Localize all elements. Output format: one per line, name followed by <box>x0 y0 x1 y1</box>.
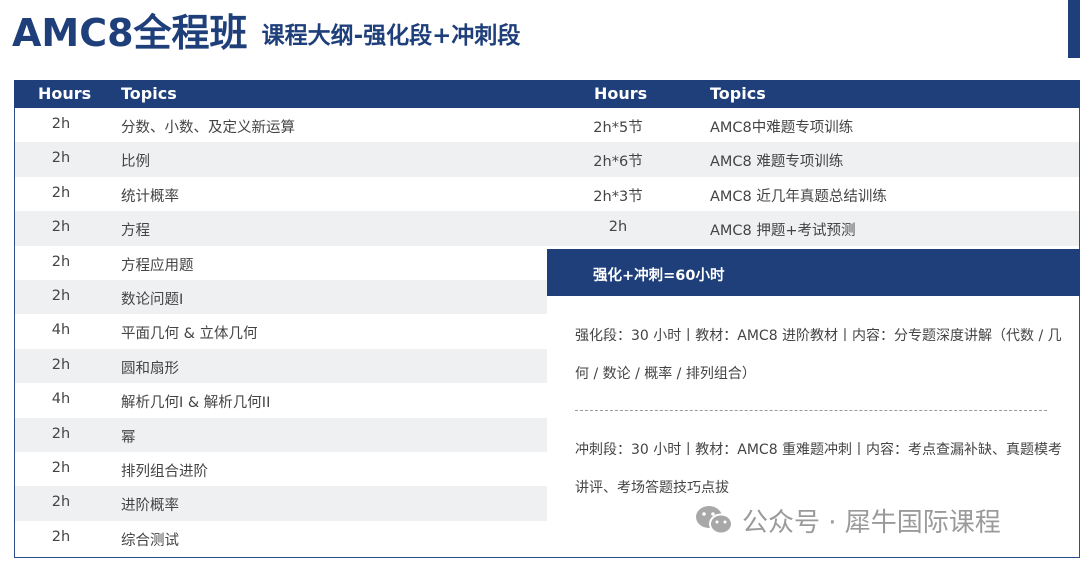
table-row: 2h*6节 AMC8 难题专项训练 <box>547 142 1079 177</box>
row-topic: 幂 <box>121 429 136 446</box>
row-topic: 圆和扇形 <box>121 360 179 377</box>
row-hours: 2h*5节 <box>593 120 643 136</box>
row-topic: AMC8 押题+考试预测 <box>710 223 856 240</box>
row-hours: 2h <box>51 425 71 442</box>
row-hours: 4h <box>51 391 71 408</box>
right-col-topics-header: Topics <box>710 84 766 103</box>
row-topic: 平面几何 & 立体几何 <box>121 326 258 343</box>
row-hours: 2h <box>51 288 71 304</box>
table-row: 2h 幂 <box>15 417 547 452</box>
table-row: 2h 方程应用题 <box>15 246 547 280</box>
row-hours: 2h <box>51 253 71 270</box>
row-hours: 2h*3节 <box>593 188 643 205</box>
row-hours: 2h <box>51 150 71 167</box>
table-row: 2h 圆和扇形 <box>15 348 547 384</box>
table-row: 2h 比例 <box>15 142 547 177</box>
row-hours: 2h <box>51 116 71 132</box>
row-hours: 4h <box>51 322 71 339</box>
table-row: 2h*5节 AMC8中难题专项训练 <box>547 108 1079 142</box>
row-topic: 方程 <box>121 223 150 240</box>
wechat-icon <box>694 504 734 536</box>
page-subtitle: 课程大纲-强化段+冲刺段 <box>261 23 521 49</box>
watermark: 公众号 · 犀牛国际课程 <box>694 500 1001 540</box>
course-outline-page: AMC8全程班 课程大纲-强化段+冲刺段 Hours Topics Hours … <box>0 0 1080 562</box>
right-col-hours-header: Hours <box>594 84 648 103</box>
table-row: 2h 数论问题I <box>15 280 547 315</box>
row-topic: 排列组合进阶 <box>121 464 208 480</box>
table-row: 2h 统计概率 <box>15 177 547 211</box>
row-hours: 2h*6节 <box>593 154 643 171</box>
row-hours: 2h <box>51 494 71 511</box>
table-row: 2h AMC8 押题+考试预测 <box>547 211 1079 246</box>
row-hours: 2h <box>51 528 71 545</box>
row-hours: 2h <box>608 219 628 236</box>
sprint-stage-description: 冲刺段：30 小时丨教材：AMC8 重难题冲刺丨内容：考点查漏补缺、真题模考讲评… <box>575 442 1063 496</box>
table-row: 4h 平面几何 & 立体几何 <box>15 314 547 348</box>
row-topic: 综合测试 <box>121 532 179 549</box>
table-row: 2h 分数、小数、及定义新运算 <box>15 108 547 142</box>
watermark-text: 公众号 · 犀牛国际课程 <box>742 507 1001 538</box>
row-topic: AMC8 近几年真题总结训练 <box>710 188 887 205</box>
row-hours: 2h <box>51 184 71 201</box>
row-topic: AMC8中难题专项训练 <box>710 120 854 136</box>
right-topics-table: 2h*5节 AMC8中难题专项训练 2h*6节 AMC8 难题专项训练 2h*3… <box>547 108 1079 248</box>
table-row: 2h 综合测试 <box>15 521 547 555</box>
dashed-divider <box>575 410 1047 411</box>
left-topics-table: 2h 分数、小数、及定义新运算 2h 比例 2h 统计概率 2h 方程 2h 方… <box>15 108 547 558</box>
table-row: 4h 解析几何I & 解析几何II <box>15 383 547 417</box>
table-row: 2h 方程 <box>15 211 547 246</box>
row-hours: 2h <box>51 460 71 476</box>
row-hours: 2h <box>51 219 71 236</box>
row-hours: 2h <box>51 356 71 373</box>
row-topic: 比例 <box>121 154 150 171</box>
row-topic: 进阶概率 <box>121 498 179 515</box>
row-topic: 分数、小数、及定义新运算 <box>121 120 295 136</box>
page-title: AMC8全程班 <box>12 11 248 55</box>
row-topic: 数论问题I <box>121 292 184 308</box>
header: AMC8全程班 课程大纲-强化段+冲刺段 <box>12 8 520 56</box>
table-row: 2h*3节 AMC8 近几年真题总结训练 <box>547 177 1079 211</box>
row-topic: 解析几何I & 解析几何II <box>121 395 271 412</box>
table-row: 2h 进阶概率 <box>15 486 547 521</box>
total-hours-label: 强化+冲刺=60小时 <box>593 268 725 284</box>
table-header-row: Hours Topics Hours Topics <box>14 80 1080 108</box>
left-col-topics-header: Topics <box>121 84 177 103</box>
total-hours-bar: 强化+冲刺=60小时 <box>547 249 1080 296</box>
table-row: 2h 排列组合进阶 <box>15 452 547 486</box>
corner-accent-bar <box>1068 0 1080 58</box>
row-topic: 统计概率 <box>121 188 179 205</box>
row-topic: 方程应用题 <box>121 257 194 274</box>
row-topic: AMC8 难题专项训练 <box>710 154 844 171</box>
left-col-hours-header: Hours <box>38 84 92 103</box>
intensive-stage-description: 强化段：30 小时丨教材：AMC8 进阶教材丨内容：分专题深度讲解（代数 / 几… <box>575 328 1062 382</box>
